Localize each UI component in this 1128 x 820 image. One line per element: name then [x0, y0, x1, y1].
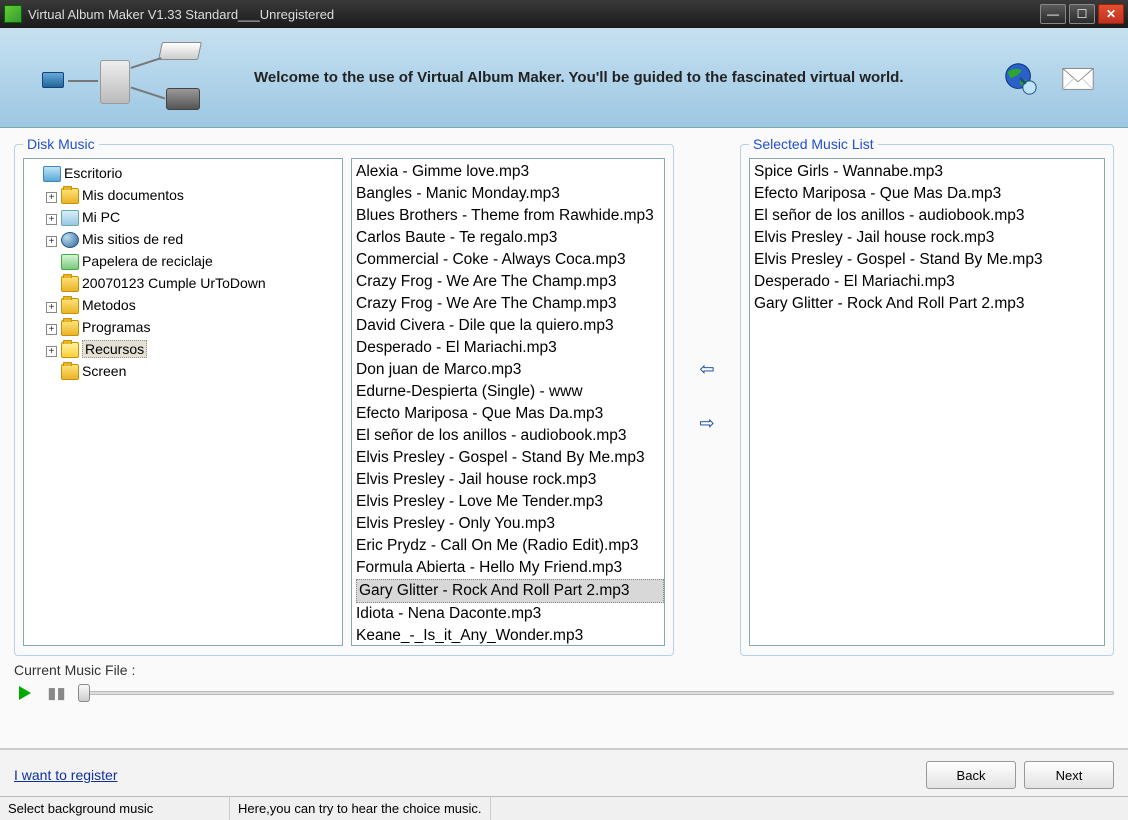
bottom-bar: I want to register Back Next	[0, 748, 1128, 796]
recycle-icon	[61, 254, 79, 270]
file-item[interactable]: Bangles - Manic Monday.mp3	[356, 183, 664, 205]
tree-item[interactable]: 20070123 Cumple UrToDown	[46, 272, 340, 294]
selected-music-group: Selected Music List Spice Girls - Wannab…	[740, 136, 1114, 656]
file-item[interactable]: Keane_-_Is_it_Any_Wonder.mp3	[356, 625, 664, 646]
maximize-button[interactable]: ☐	[1069, 4, 1095, 24]
file-item[interactable]: Carlos Baute - Te regalo.mp3	[356, 227, 664, 249]
register-link[interactable]: I want to register	[14, 767, 118, 783]
tree-root[interactable]: Escritorio+Mis documentos+Mi PC+Mis siti…	[28, 162, 340, 382]
pc-icon	[61, 210, 79, 226]
close-button[interactable]	[1098, 4, 1124, 24]
app-icon	[4, 5, 22, 23]
selected-item[interactable]: Desperado - El Mariachi.mp3	[754, 271, 1100, 293]
file-item[interactable]: Elvis Presley - Love Me Tender.mp3	[356, 491, 664, 513]
tree-item[interactable]: +Mis documentos	[46, 184, 340, 206]
selected-item[interactable]: Spice Girls - Wannabe.mp3	[754, 161, 1100, 183]
folder-icon	[61, 298, 79, 314]
folder-icon	[61, 342, 79, 358]
titlebar: Virtual Album Maker V1.33 Standard___Unr…	[0, 0, 1128, 28]
file-item[interactable]: Crazy Frog - We Are The Champ.mp3	[356, 271, 664, 293]
current-file-label: Current Music File :	[14, 662, 1114, 678]
next-button[interactable]: Next	[1024, 761, 1114, 789]
expand-toggle[interactable]: +	[46, 346, 57, 357]
folder-icon	[61, 188, 79, 204]
tree-item[interactable]: +Metodos	[46, 294, 340, 316]
tree-item[interactable]: +Mi PC	[46, 206, 340, 228]
window-title: Virtual Album Maker V1.33 Standard___Unr…	[28, 7, 1040, 22]
selected-item[interactable]: El señor de los anillos - audiobook.mp3	[754, 205, 1100, 227]
disk-music-group: Disk Music Escritorio+Mis documentos+Mi …	[14, 136, 674, 656]
file-item[interactable]: Elvis Presley - Only You.mp3	[356, 513, 664, 535]
net-icon	[61, 232, 79, 248]
selected-item[interactable]: Efecto Mariposa - Que Mas Da.mp3	[754, 183, 1100, 205]
folder-icon	[61, 276, 79, 292]
folder-icon	[61, 364, 79, 380]
globe-icon[interactable]	[1000, 58, 1040, 98]
welcome-text: Welcome to the use of Virtual Album Make…	[254, 67, 1000, 88]
expand-toggle[interactable]: +	[46, 236, 57, 247]
file-item[interactable]: Gary Glitter - Rock And Roll Part 2.mp3	[356, 579, 664, 603]
file-item[interactable]: Alexia - Gimme love.mp3	[356, 161, 664, 183]
file-item[interactable]: Commercial - Coke - Always Coca.mp3	[356, 249, 664, 271]
seek-thumb[interactable]	[78, 684, 90, 702]
disk-music-legend: Disk Music	[23, 136, 99, 152]
minimize-button[interactable]: —	[1040, 4, 1066, 24]
seek-slider[interactable]	[78, 683, 1114, 703]
back-button[interactable]: Back	[926, 761, 1016, 789]
file-item[interactable]: Idiota - Nena Daconte.mp3	[356, 603, 664, 625]
status-left: Select background music	[0, 797, 230, 820]
folder-tree[interactable]: Escritorio+Mis documentos+Mi PC+Mis siti…	[23, 158, 343, 646]
file-item[interactable]: Elvis Presley - Jail house rock.mp3	[356, 469, 664, 491]
mail-icon[interactable]	[1058, 58, 1098, 98]
add-to-list-button[interactable]: ⇨	[693, 411, 721, 435]
file-list[interactable]: Alexia - Gimme love.mp3Bangles - Manic M…	[351, 158, 665, 646]
file-item[interactable]: Efecto Mariposa - Que Mas Da.mp3	[356, 403, 664, 425]
selected-music-legend: Selected Music List	[749, 136, 878, 152]
tree-item[interactable]: +Programas	[46, 316, 340, 338]
file-item[interactable]: Elvis Presley - Gospel - Stand By Me.mp3	[356, 447, 664, 469]
selected-music-list[interactable]: Spice Girls - Wannabe.mp3Efecto Mariposa…	[749, 158, 1105, 646]
play-button[interactable]	[14, 682, 36, 704]
player: Current Music File : ▮▮	[14, 662, 1114, 704]
tree-item[interactable]: +Recursos	[46, 338, 340, 360]
file-item[interactable]: Blues Brothers - Theme from Rawhide.mp3	[356, 205, 664, 227]
expand-toggle[interactable]: +	[46, 214, 57, 225]
file-item[interactable]: Edurne-Despierta (Single) - www	[356, 381, 664, 403]
selected-item[interactable]: Elvis Presley - Jail house rock.mp3	[754, 227, 1100, 249]
banner: Welcome to the use of Virtual Album Make…	[0, 28, 1128, 128]
status-right: Here,you can try to hear the choice musi…	[230, 797, 491, 820]
pause-button[interactable]: ▮▮	[46, 682, 68, 704]
expand-toggle[interactable]: +	[46, 324, 57, 335]
desktop-icon	[43, 166, 61, 182]
tree-item[interactable]: +Mis sitios de red	[46, 228, 340, 250]
file-item[interactable]: David Civera - Dile que la quiero.mp3	[356, 315, 664, 337]
tree-item[interactable]: Screen	[46, 360, 340, 382]
tree-item[interactable]: Papelera de reciclaje	[46, 250, 340, 272]
remove-from-list-button[interactable]: ⇦	[693, 357, 721, 381]
file-item[interactable]: Eric Prydz - Call On Me (Radio Edit).mp3	[356, 535, 664, 557]
selected-item[interactable]: Elvis Presley - Gospel - Stand By Me.mp3	[754, 249, 1100, 271]
logo-graphic	[30, 38, 230, 118]
file-item[interactable]: Crazy Frog - We Are The Champ.mp3	[356, 293, 664, 315]
file-item[interactable]: El señor de los anillos - audiobook.mp3	[356, 425, 664, 447]
expand-toggle[interactable]: +	[46, 192, 57, 203]
expand-toggle[interactable]: +	[46, 302, 57, 313]
folder-icon	[61, 320, 79, 336]
file-item[interactable]: Formula Abierta - Hello My Friend.mp3	[356, 557, 664, 579]
file-item[interactable]: Desperado - El Mariachi.mp3	[356, 337, 664, 359]
file-item[interactable]: Don juan de Marco.mp3	[356, 359, 664, 381]
selected-item[interactable]: Gary Glitter - Rock And Roll Part 2.mp3	[754, 293, 1100, 315]
